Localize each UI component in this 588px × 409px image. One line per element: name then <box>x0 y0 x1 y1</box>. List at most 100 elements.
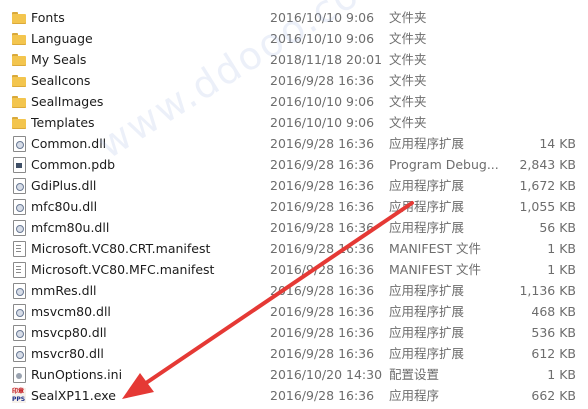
file-size: 2,843 KB <box>519 157 576 172</box>
file-name: GdiPlus.dll <box>31 178 97 193</box>
date-modified: 2016/9/28 16:36 <box>270 304 375 319</box>
file-name: Fonts <box>31 10 65 25</box>
list-item[interactable]: RunOptions.ini 2016/10/20 14:30 配置设置 1 K… <box>0 364 588 385</box>
file-type: MANIFEST 文件 <box>389 241 482 256</box>
file-type: MANIFEST 文件 <box>389 262 482 277</box>
date-modified: 2016/9/28 16:36 <box>270 325 375 340</box>
file-size: 1,055 KB <box>519 199 576 214</box>
date-modified: 2016/10/10 9:06 <box>270 10 375 25</box>
file-type: 应用程序扩展 <box>389 136 465 151</box>
file-name: Microsoft.VC80.MFC.manifest <box>31 262 215 277</box>
manifest-file-icon <box>11 240 27 257</box>
file-size <box>500 70 576 91</box>
file-name: My Seals <box>31 52 87 67</box>
seal-icon-bottom-text: PPS <box>12 396 26 403</box>
folder-icon <box>11 72 27 89</box>
list-item[interactable]: Fonts 2016/10/10 9:06 文件夹 <box>0 7 588 28</box>
date-modified: 2016/9/28 16:36 <box>270 199 375 214</box>
file-name: msvcr80.dll <box>31 346 104 361</box>
list-item[interactable]: GdiPlus.dll 2016/9/28 16:36 应用程序扩展 1,672… <box>0 175 588 196</box>
folder-icon <box>11 9 27 26</box>
file-type: 应用程序扩展 <box>389 220 465 235</box>
list-item[interactable]: msvcm80.dll 2016/9/28 16:36 应用程序扩展 468 K… <box>0 301 588 322</box>
file-type: 文件夹 <box>389 31 427 46</box>
file-name: msvcp80.dll <box>31 325 107 340</box>
file-size <box>500 28 576 49</box>
file-name: mfc80u.dll <box>31 199 98 214</box>
list-item[interactable]: Microsoft.VC80.CRT.manifest 2016/9/28 16… <box>0 238 588 259</box>
file-type: 应用程序扩展 <box>389 346 465 361</box>
file-size: 1 KB <box>547 241 576 256</box>
dll-file-icon <box>11 324 27 341</box>
list-item[interactable]: SealImages 2016/10/10 9:06 文件夹 <box>0 91 588 112</box>
file-name: SealXP11.exe <box>31 388 116 403</box>
folder-icon <box>11 51 27 68</box>
pdb-file-icon <box>11 156 27 173</box>
seal-app-icon: 印章 PPS <box>11 387 27 404</box>
date-modified: 2016/9/28 16:36 <box>270 73 375 88</box>
dll-file-icon <box>11 345 27 362</box>
date-modified: 2016/9/28 16:36 <box>270 157 375 172</box>
list-item[interactable]: msvcr80.dll 2016/9/28 16:36 应用程序扩展 612 K… <box>0 343 588 364</box>
list-item[interactable]: Common.dll 2016/9/28 16:36 应用程序扩展 14 KB <box>0 133 588 154</box>
file-size: 536 KB <box>531 325 576 340</box>
folder-icon <box>11 30 27 47</box>
date-modified: 2016/9/28 16:36 <box>270 262 375 277</box>
list-item[interactable]: My Seals 2018/11/18 20:01 文件夹 <box>0 49 588 70</box>
file-name: SealIcons <box>31 73 91 88</box>
file-size: 1,136 KB <box>519 283 576 298</box>
file-size <box>500 49 576 70</box>
list-item[interactable]: mfcm80u.dll 2016/9/28 16:36 应用程序扩展 56 KB <box>0 217 588 238</box>
file-type: 配置设置 <box>389 367 440 382</box>
file-name: Common.dll <box>31 136 107 151</box>
file-type: 应用程序 <box>389 388 440 403</box>
file-name: mmRes.dll <box>31 283 97 298</box>
dll-file-icon <box>11 219 27 236</box>
list-item[interactable]: Language 2016/10/10 9:06 文件夹 <box>0 28 588 49</box>
dll-file-icon <box>11 282 27 299</box>
date-modified: 2016/10/10 9:06 <box>270 31 375 46</box>
file-size: 1,672 KB <box>519 178 576 193</box>
file-name: Microsoft.VC80.CRT.manifest <box>31 241 211 256</box>
list-item[interactable]: msvcp80.dll 2016/9/28 16:36 应用程序扩展 536 K… <box>0 322 588 343</box>
file-type: 文件夹 <box>389 94 427 109</box>
list-item[interactable]: mfc80u.dll 2016/9/28 16:36 应用程序扩展 1,055 … <box>0 196 588 217</box>
date-modified: 2016/9/28 16:36 <box>270 346 375 361</box>
file-size <box>500 7 576 28</box>
ini-file-icon <box>11 366 27 383</box>
list-item[interactable]: 印章 PPS SealXP11.exe 2016/9/28 16:36 应用程序… <box>0 385 588 406</box>
file-type: 文件夹 <box>389 10 427 25</box>
file-size: 1 KB <box>547 367 576 382</box>
list-item[interactable]: Microsoft.VC80.MFC.manifest 2016/9/28 16… <box>0 259 588 280</box>
file-type: Program Debug... <box>389 157 499 172</box>
date-modified: 2016/9/28 16:36 <box>270 136 375 151</box>
file-name: SealImages <box>31 94 104 109</box>
file-size <box>500 112 576 133</box>
file-list: Fonts 2016/10/10 9:06 文件夹 Language 2016/… <box>0 0 588 409</box>
list-item[interactable]: Templates 2016/10/10 9:06 文件夹 <box>0 112 588 133</box>
list-item[interactable]: mmRes.dll 2016/9/28 16:36 应用程序扩展 1,136 K… <box>0 280 588 301</box>
manifest-file-icon <box>11 261 27 278</box>
file-size: 662 KB <box>531 388 576 403</box>
dll-file-icon <box>11 198 27 215</box>
dll-file-icon <box>11 177 27 194</box>
file-name: Common.pdb <box>31 157 116 172</box>
file-name: Language <box>31 31 93 46</box>
file-name: mfcm80u.dll <box>31 220 110 235</box>
dll-file-icon <box>11 135 27 152</box>
date-modified: 2018/11/18 20:01 <box>270 52 383 67</box>
date-modified: 2016/10/10 9:06 <box>270 94 375 109</box>
file-type: 应用程序扩展 <box>389 325 465 340</box>
file-size: 1 KB <box>547 262 576 277</box>
file-size: 612 KB <box>531 346 576 361</box>
list-item[interactable]: SealIcons 2016/9/28 16:36 文件夹 <box>0 70 588 91</box>
file-name: msvcm80.dll <box>31 304 111 319</box>
date-modified: 2016/10/10 9:06 <box>270 115 375 130</box>
list-item[interactable]: Common.pdb 2016/9/28 16:36 Program Debug… <box>0 154 588 175</box>
file-type: 应用程序扩展 <box>389 304 465 319</box>
file-size: 468 KB <box>531 304 576 319</box>
file-type: 文件夹 <box>389 115 427 130</box>
folder-icon <box>11 114 27 131</box>
date-modified: 2016/9/28 16:36 <box>270 283 375 298</box>
file-size <box>500 91 576 112</box>
